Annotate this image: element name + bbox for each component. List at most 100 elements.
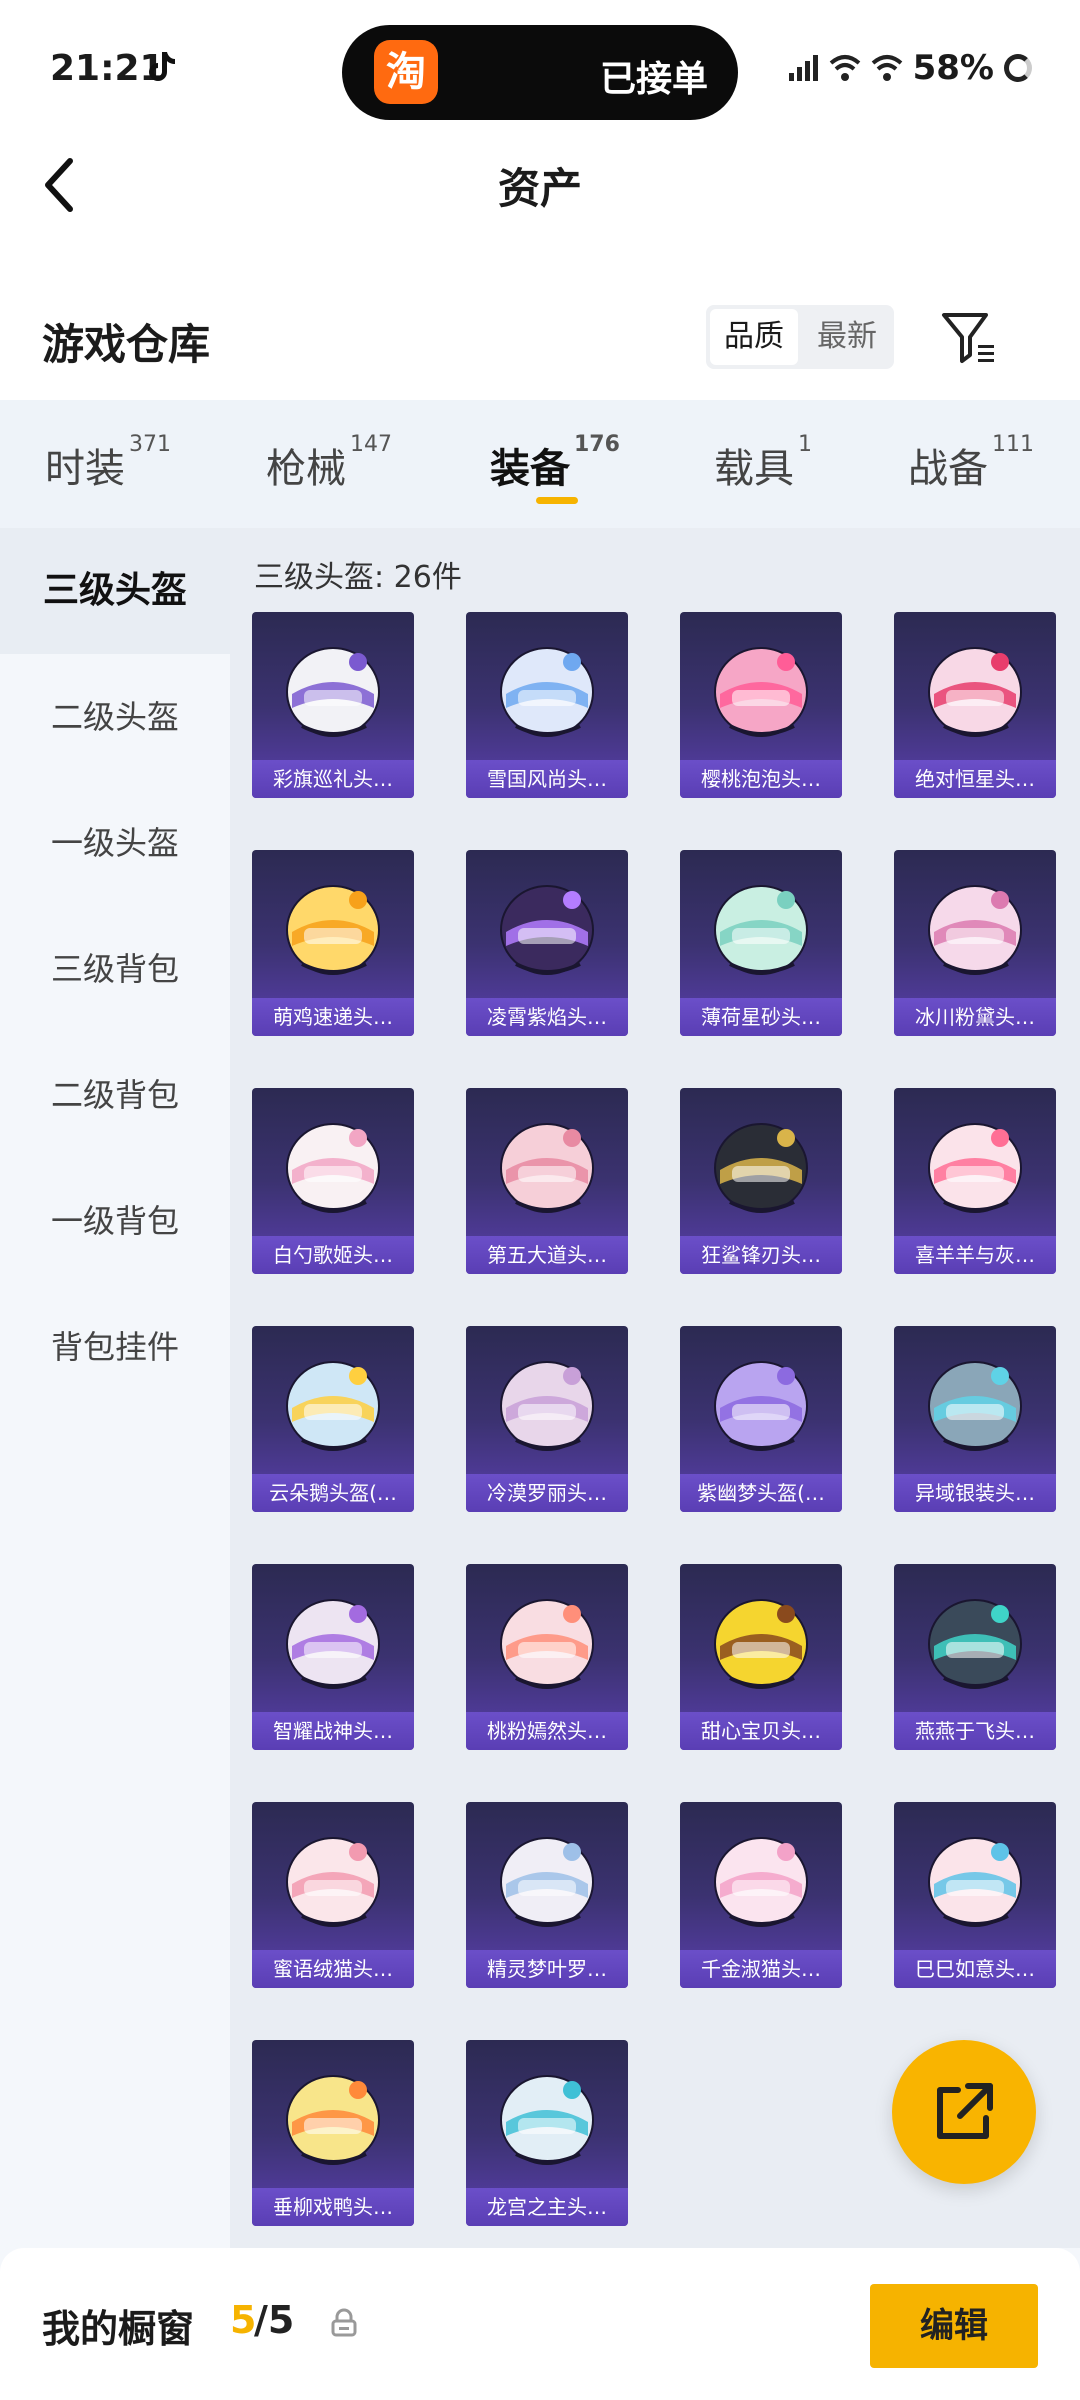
helmet-card[interactable]: 白勺歌姬头…: [252, 1088, 414, 1274]
tab-label: 战备: [908, 446, 988, 492]
helmet-name: 冰川粉黛头…: [894, 998, 1056, 1036]
filter-icon[interactable]: [940, 311, 998, 365]
tab-weapons[interactable]: 枪械147: [266, 432, 392, 494]
helmet-name: 异域银装头…: [894, 1474, 1056, 1512]
helmet-name: 喜羊羊与灰…: [894, 1236, 1056, 1274]
sidebar-item-level2-helmet[interactable]: 二级头盔: [0, 654, 230, 780]
helmet-card[interactable]: 雪国风尚头…: [466, 612, 628, 798]
helmet-name: 白勺歌姬头…: [252, 1236, 414, 1274]
item-grid-panel: 三级头盔: 26件 彩旗巡礼头… 雪国风尚头… 樱桃泡泡头… 绝对恒星头… 萌鸡速递头……: [230, 528, 1080, 2248]
tab-supplies[interactable]: 战备111: [908, 432, 1034, 494]
helmet-icon: [928, 1599, 1022, 1689]
tab-vehicles[interactable]: 载具1: [714, 432, 812, 494]
active-tab-indicator: [536, 497, 578, 504]
sort-toggle: 品质 最新: [706, 305, 894, 369]
helmet-name: 桃粉嫣然头…: [466, 1712, 628, 1750]
helmet-name: 绝对恒星头…: [894, 760, 1056, 798]
sidebar-item-level2-backpack[interactable]: 二级背包: [0, 1032, 230, 1158]
helmet-card[interactable]: 千金淑猫头…: [680, 1802, 842, 1988]
subcategory-sidebar: 三级头盔 二级头盔 一级头盔 三级背包 二级背包 一级背包 背包挂件: [0, 528, 230, 2248]
tab-count: 176: [574, 432, 620, 457]
helmet-card[interactable]: 甜心宝贝头…: [680, 1564, 842, 1750]
helmet-name: 冷漠罗丽头…: [466, 1474, 628, 1512]
category-tabs: 时装371 枪械147 装备176 载具1 战备111: [0, 400, 1080, 528]
helmet-name: 蜜语绒猫头…: [252, 1950, 414, 1988]
helmet-card[interactable]: 龙宫之主头…: [466, 2040, 628, 2226]
sidebar-item-level1-backpack[interactable]: 一级背包: [0, 1158, 230, 1284]
sort-newest-button[interactable]: 最新: [804, 309, 890, 365]
showcase-total-count: /5: [254, 2298, 295, 2342]
helmet-card[interactable]: 凌霄紫焰头…: [466, 850, 628, 1036]
helmet-card[interactable]: 狂鲨锋刃头…: [680, 1088, 842, 1274]
helmet-name: 甜心宝贝头…: [680, 1712, 842, 1750]
tab-count: 1: [798, 432, 812, 457]
helmet-icon: [500, 647, 594, 737]
helmet-card[interactable]: 樱桃泡泡头…: [680, 612, 842, 798]
helmet-icon: [286, 647, 380, 737]
edit-button[interactable]: 编辑: [870, 2284, 1038, 2368]
helmet-card[interactable]: 桃粉嫣然头…: [466, 1564, 628, 1750]
sidebar-item-level3-backpack[interactable]: 三级背包: [0, 906, 230, 1032]
helmet-icon: [286, 1123, 380, 1213]
tab-label: 装备: [490, 446, 570, 492]
tab-count: 371: [129, 432, 171, 457]
helmet-name: 萌鸡速递头…: [252, 998, 414, 1036]
sidebar-item-backpack-charm[interactable]: 背包挂件: [0, 1284, 230, 1410]
helmet-card[interactable]: 冷漠罗丽头…: [466, 1326, 628, 1512]
status-bar: 21:21 淘 已接单 58%: [0, 0, 1080, 125]
helmet-name: 薄荷星砂头…: [680, 998, 842, 1036]
helmet-name: 樱桃泡泡头…: [680, 760, 842, 798]
helmet-icon: [500, 1361, 594, 1451]
helmet-icon: [500, 2075, 594, 2165]
pill-status-text: 已接单: [599, 59, 708, 100]
helmet-card[interactable]: 智耀战神头…: [252, 1564, 414, 1750]
helmet-icon: [500, 1837, 594, 1927]
helmet-card[interactable]: 冰川粉黛头…: [894, 850, 1056, 1036]
helmet-card[interactable]: 异域银装头…: [894, 1326, 1056, 1512]
helmet-icon: [286, 1599, 380, 1689]
helmet-card[interactable]: 蜜语绒猫头…: [252, 1802, 414, 1988]
helmet-name: 第五大道头…: [466, 1236, 628, 1274]
helmet-name: 龙宫之主头…: [466, 2188, 628, 2226]
sidebar-item-level1-helmet[interactable]: 一级头盔: [0, 780, 230, 906]
helmet-card[interactable]: 彩旗巡礼头…: [252, 612, 414, 798]
helmet-card[interactable]: 薄荷星砂头…: [680, 850, 842, 1036]
helmet-name: 紫幽梦头盔(…: [680, 1474, 842, 1512]
tab-count: 111: [992, 432, 1034, 457]
share-button[interactable]: [892, 2040, 1036, 2184]
helmet-name: 凌霄紫焰头…: [466, 998, 628, 1036]
sidebar-item-level3-helmet[interactable]: 三级头盔: [0, 528, 230, 654]
page-title: 资产: [497, 164, 582, 213]
helmet-card[interactable]: 紫幽梦头盔(…: [680, 1326, 842, 1512]
live-activity-pill[interactable]: 淘 已接单: [342, 25, 738, 120]
helmet-card[interactable]: 绝对恒星头…: [894, 612, 1056, 798]
helmet-icon: [928, 647, 1022, 737]
helmet-name: 千金淑猫头…: [680, 1950, 842, 1988]
signal-icon: [788, 55, 818, 81]
battery-percent: 58%: [912, 48, 994, 88]
tab-count: 147: [350, 432, 392, 457]
helmet-card[interactable]: 云朵鹅头盔(…: [252, 1326, 414, 1512]
helmet-card[interactable]: 精灵梦叶罗…: [466, 1802, 628, 1988]
helmet-card[interactable]: 萌鸡速递头…: [252, 850, 414, 1036]
tab-label: 枪械: [266, 446, 346, 492]
helmet-card[interactable]: 巳巳如意头…: [894, 1802, 1056, 1988]
battery-ring-icon: [1004, 54, 1032, 82]
app-header: 资产: [0, 125, 1080, 245]
warehouse-header: 游戏仓库 品质 最新: [0, 245, 1080, 400]
lock-icon: [331, 2308, 357, 2337]
helmet-icon: [500, 1123, 594, 1213]
helmet-icon: [714, 885, 808, 975]
helmet-card[interactable]: 燕燕于飞头…: [894, 1564, 1056, 1750]
helmet-card[interactable]: 喜羊羊与灰…: [894, 1088, 1056, 1274]
sort-quality-button[interactable]: 品质: [710, 309, 798, 365]
tab-equipment[interactable]: 装备176: [490, 432, 620, 494]
tab-fashion[interactable]: 时装371: [45, 432, 171, 494]
helmet-name: 燕燕于飞头…: [894, 1712, 1056, 1750]
helmet-icon: [714, 1361, 808, 1451]
helmet-card[interactable]: 垂柳戏鸭头…: [252, 2040, 414, 2226]
helmet-icon: [928, 1123, 1022, 1213]
helmet-name: 垂柳戏鸭头…: [252, 2188, 414, 2226]
wifi-icon: [871, 55, 902, 81]
helmet-card[interactable]: 第五大道头…: [466, 1088, 628, 1274]
